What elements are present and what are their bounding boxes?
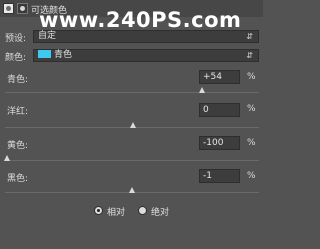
preset-value: 自定	[38, 31, 57, 41]
black-label: 黑色:	[7, 174, 29, 184]
yellow-unit: %	[247, 138, 256, 148]
black-input[interactable]: -1	[199, 169, 240, 183]
cyan-input[interactable]: +54	[199, 70, 240, 84]
yellow-label: 黄色:	[7, 141, 29, 151]
magenta-unit: %	[247, 104, 256, 114]
black-unit: %	[247, 171, 256, 181]
cyan-slider-thumb[interactable]	[199, 87, 205, 93]
colors-dropdown[interactable]: 青色 ⇵	[33, 49, 259, 62]
cyan-label: 青色:	[7, 75, 29, 85]
chevron-down-icon: ⇵	[246, 51, 253, 60]
relative-label[interactable]: 相对	[107, 205, 125, 218]
preset-dropdown[interactable]: 自定 ⇵	[33, 30, 259, 43]
color-swatch	[38, 50, 51, 58]
preset-label: 预设:	[5, 34, 27, 44]
colors-label: 颜色:	[5, 53, 27, 63]
cyan-slider-track[interactable]	[5, 92, 259, 93]
relative-radio[interactable]	[94, 206, 103, 215]
layer-mask-icon[interactable]	[17, 3, 28, 14]
absolute-radio[interactable]	[138, 206, 147, 215]
black-slider-thumb[interactable]	[129, 187, 135, 193]
magenta-input[interactable]: 0	[199, 103, 240, 117]
magenta-slider-thumb[interactable]	[130, 122, 136, 128]
adjustment-layer-icon[interactable]	[3, 3, 14, 14]
yellow-slider-track[interactable]	[5, 160, 259, 161]
chevron-down-icon: ⇵	[246, 32, 253, 41]
cyan-unit: %	[247, 72, 256, 82]
magenta-label: 洋红:	[7, 107, 29, 117]
absolute-label[interactable]: 绝对	[151, 205, 169, 218]
yellow-slider-thumb[interactable]	[4, 155, 10, 161]
colors-value: 青色	[54, 50, 73, 60]
yellow-input[interactable]: -100	[199, 136, 240, 150]
